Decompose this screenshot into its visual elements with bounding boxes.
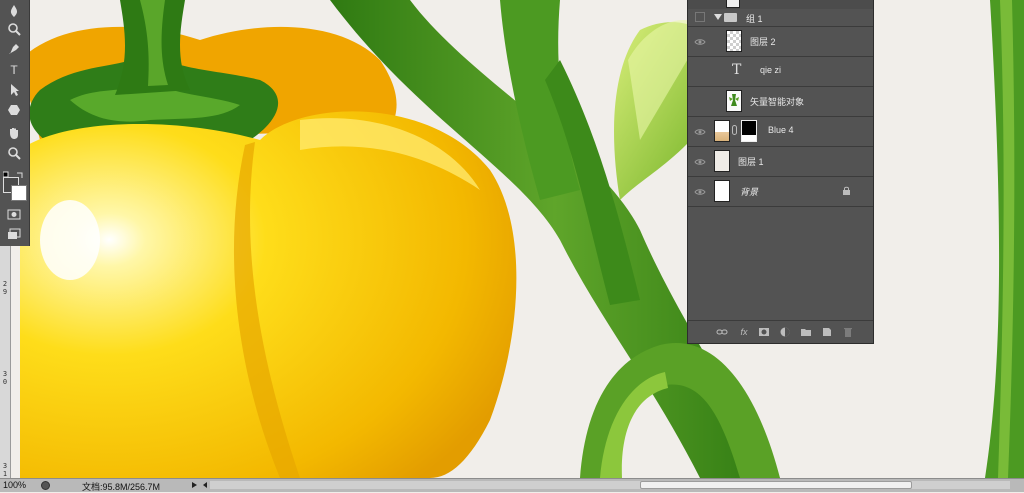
layer-row[interactable]: T qie zi [688, 57, 873, 87]
tools-panel: T [0, 0, 30, 246]
add-mask-icon[interactable] [758, 326, 770, 338]
quick-mask-icon[interactable] [5, 205, 23, 223]
layer-name: 图层 1 [738, 157, 764, 167]
screen-mode-icon[interactable] [5, 225, 23, 243]
layer-name: 图层 2 [750, 37, 776, 47]
type-tool[interactable]: T [5, 61, 23, 79]
status-bar: 100% 文档:95.8M/256.7M [0, 478, 1024, 492]
burn-icon[interactable] [5, 2, 23, 20]
eye-icon[interactable] [694, 186, 706, 198]
folder-icon [724, 13, 737, 22]
layer-row[interactable]: 矢量智能对象 [688, 87, 873, 117]
zoom-icon[interactable] [5, 20, 23, 38]
layer-row[interactable]: 背景 [688, 177, 873, 207]
expand-arrow-icon[interactable] [714, 14, 722, 20]
layer-name: 组 1 [746, 14, 763, 24]
text-layer-icon: T [732, 62, 742, 78]
shape-icon[interactable] [5, 101, 23, 119]
lock-icon [843, 186, 850, 195]
zoom-tool-icon[interactable] [5, 144, 23, 162]
ruler-mark: 3 [2, 370, 8, 378]
mask-thumbnail[interactable] [741, 120, 757, 142]
hand-icon[interactable] [5, 124, 23, 142]
ruler-mark: 0 [2, 378, 8, 386]
fx-icon[interactable]: fx [738, 326, 750, 338]
layers-footer: fx [688, 320, 873, 343]
adjustment-icon[interactable] [779, 326, 791, 338]
ruler-mark: 2 [2, 280, 8, 288]
scrollbar-thumb[interactable] [640, 481, 912, 489]
folder-icon[interactable] [800, 326, 812, 338]
layer-thumbnail [714, 120, 730, 142]
prev-thumb-fragment [726, 0, 740, 8]
pen-icon[interactable] [5, 40, 23, 58]
path-select-icon[interactable] [5, 81, 23, 99]
swap-colors-icon[interactable] [2, 166, 25, 178]
layer-thumbnail [714, 150, 730, 172]
layers-panel: 组 1 图层 2 T qie zi 矢量智能对象 Blue 4 图层 1 背景 [687, 0, 874, 344]
trash-icon[interactable] [842, 326, 854, 338]
eye-icon[interactable] [694, 36, 706, 48]
layer-name: 背景 [740, 187, 759, 197]
layer-name: qie zi [760, 65, 782, 75]
layer-row-group[interactable]: 组 1 [688, 9, 873, 27]
layer-thumbnail [726, 30, 742, 52]
status-menu-icon[interactable] [41, 481, 50, 490]
ruler-mark: 9 [2, 288, 8, 296]
layer-row[interactable]: 图层 2 [688, 27, 873, 57]
link-icon [732, 125, 737, 135]
eye-icon[interactable] [694, 156, 706, 168]
ruler-mark: 3 [2, 462, 8, 470]
eye-icon[interactable] [694, 126, 706, 138]
horizontal-scrollbar[interactable] [203, 481, 1010, 489]
layer-name: Blue 4 [768, 125, 794, 135]
layer-row[interactable]: Blue 4 [688, 117, 873, 147]
new-layer-icon[interactable] [821, 326, 833, 338]
layer-name: 矢量智能对象 [750, 97, 805, 107]
ruler-mark: 1 [2, 470, 8, 478]
visibility-toggle[interactable] [695, 12, 705, 22]
vertical-ruler: 2 9 3 0 3 1 [0, 246, 11, 478]
layer-thumbnail [726, 90, 742, 112]
document-size: 文档:95.8M/256.7M [82, 482, 161, 492]
layer-thumbnail [714, 180, 730, 202]
scroll-left-arrow[interactable] [203, 482, 207, 488]
zoom-level[interactable]: 100% [3, 480, 26, 490]
status-arrow-icon[interactable] [192, 482, 197, 488]
background-color-swatch[interactable] [11, 185, 27, 201]
layer-row[interactable]: 图层 1 [688, 147, 873, 177]
link-layers-icon[interactable] [716, 326, 728, 338]
